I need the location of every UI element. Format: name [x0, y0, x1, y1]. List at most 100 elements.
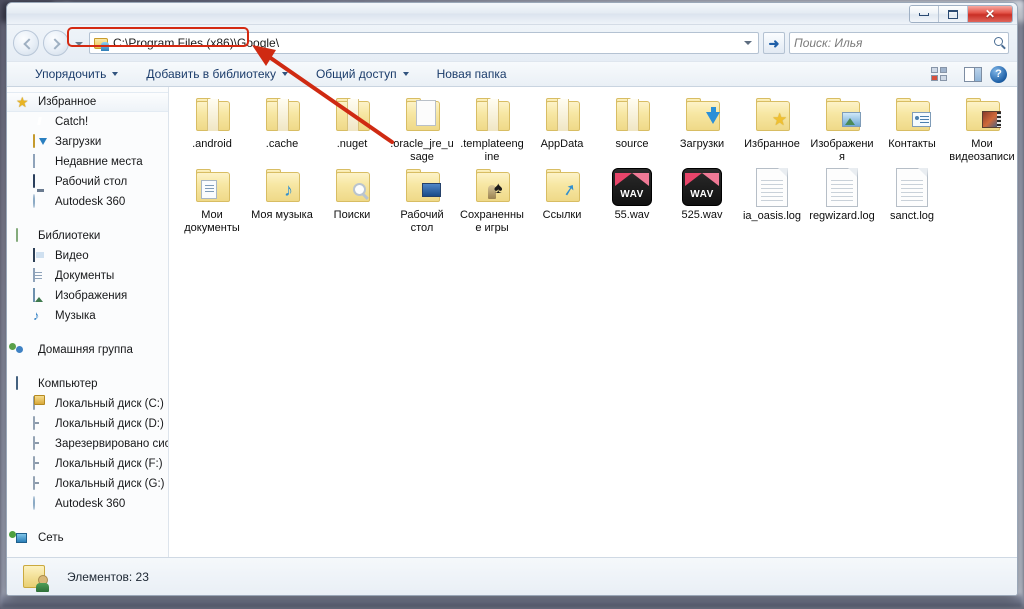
file-item[interactable]: .cache [247, 93, 317, 164]
sidebar-item-documents[interactable]: Документы [7, 266, 168, 286]
file-label: 525.wav [681, 209, 723, 221]
search-icon [994, 37, 1003, 46]
sidebar-label: Библиотеки [38, 230, 101, 242]
address-bar-row: C:\Program Files (x86)\Google\ ➜ Поиск: … [7, 25, 1017, 61]
disk-icon [33, 476, 35, 490]
log-file-icon [826, 168, 858, 207]
forward-button[interactable] [43, 30, 69, 56]
file-item[interactable]: .oracle_jre_usage [387, 93, 457, 164]
computer-icon [16, 376, 18, 390]
sidebar-group-favorites[interactable]: ★ Избранное [7, 92, 168, 112]
sidebar-item-music[interactable]: ♪ Музыка [7, 306, 168, 326]
file-item[interactable]: .nuget [317, 93, 387, 164]
file-label: Контакты [888, 138, 936, 150]
back-button[interactable] [13, 30, 39, 56]
sidebar-label: Музыка [55, 310, 96, 322]
file-item[interactable]: AppData [527, 93, 597, 164]
address-input[interactable]: C:\Program Files (x86)\Google\ [89, 32, 759, 54]
file-item[interactable]: Поиски [317, 164, 387, 235]
new-folder-label: Новая папка [436, 67, 507, 81]
file-item[interactable]: Загрузки [667, 93, 737, 164]
file-label: .oracle_jre_usage [390, 138, 454, 163]
sidebar-group-computer[interactable]: Компьютер [7, 374, 168, 394]
pictures-icon [33, 288, 35, 302]
preview-pane-icon[interactable] [964, 66, 982, 82]
minimize-button[interactable] [910, 6, 939, 22]
file-item[interactable]: WAV 55.wav [597, 164, 667, 235]
recent-locations-dropdown[interactable] [73, 33, 85, 53]
sidebar-label: Autodesk 360 [55, 498, 126, 510]
sidebar-item-disk-reserved[interactable]: Зарезервировано систе [7, 434, 168, 454]
sidebar-group-homegroup[interactable]: Домашняя группа [7, 340, 168, 360]
file-item[interactable]: ➚ Ссылки [527, 164, 597, 235]
sidebar-label: Локальный диск (C:) [55, 398, 164, 410]
file-list-pane[interactable]: .android .cache .nuget .oracle_jre_usage… [169, 87, 1017, 557]
sidebar-item-disk-f[interactable]: Локальный диск (F:) [7, 454, 168, 474]
file-item[interactable]: ★ Избранное [737, 93, 807, 164]
organize-label: Упорядочить [35, 67, 107, 81]
log-file-icon [896, 168, 928, 207]
close-button[interactable]: ✕ [968, 6, 1012, 22]
sidebar-item-catch[interactable]: Catch! [7, 112, 168, 132]
help-icon[interactable]: ? [990, 65, 1007, 83]
sidebar-item-downloads[interactable]: Загрузки [7, 132, 168, 152]
file-item[interactable]: WAV 525.wav [667, 164, 737, 235]
file-label: Избранное [744, 138, 800, 150]
sidebar-item-desktop[interactable]: Рабочий стол [7, 172, 168, 192]
file-item[interactable]: .android [177, 93, 247, 164]
folder-open-icon [400, 97, 444, 135]
sidebar-item-disk-c[interactable]: Локальный диск (C:) [7, 394, 168, 414]
file-item[interactable]: source [597, 93, 667, 164]
maximize-button[interactable] [939, 6, 968, 22]
search-input[interactable]: Поиск: Илья [789, 32, 1009, 54]
sidebar-label: Избранное [38, 96, 97, 108]
chevron-down-icon [402, 72, 409, 76]
wav-badge-label: WAV [620, 189, 644, 200]
wav-file-icon: WAV [612, 168, 652, 206]
sidebar-label: Недавние места [55, 156, 143, 168]
search-placeholder: Поиск: Илья [794, 36, 863, 50]
file-item[interactable]: .templateengine [457, 93, 527, 164]
go-button[interactable]: ➜ [763, 32, 785, 54]
sidebar-item-video[interactable]: Видео [7, 246, 168, 266]
sidebar-group-libraries[interactable]: Библиотеки [7, 226, 168, 246]
command-toolbar: Упорядочить Добавить в библиотеку Общий … [7, 61, 1017, 87]
navigation-pane: ★ Избранное Catch! Загрузки Недавние мес… [7, 87, 169, 557]
sidebar-item-disk-g[interactable]: Локальный диск (G:) [7, 474, 168, 494]
organize-button[interactable]: Упорядочить [21, 63, 132, 85]
sidebar-item-disk-d[interactable]: Локальный диск (D:) [7, 414, 168, 434]
folder-icon [540, 97, 584, 135]
file-item[interactable]: Контакты [877, 93, 947, 164]
file-label: AppData [540, 138, 584, 150]
recent-places-icon [33, 154, 35, 168]
file-item[interactable]: ♪ Моя музыка [247, 164, 317, 235]
file-item[interactable]: sanct.log [877, 164, 947, 235]
file-label: .android [192, 138, 232, 150]
file-item[interactable]: ia_oasis.log [737, 164, 807, 235]
sidebar-item-recent-places[interactable]: Недавние места [7, 152, 168, 172]
new-folder-button[interactable]: Новая папка [423, 63, 521, 85]
sidebar-label: Локальный диск (F:) [55, 458, 163, 470]
sidebar-item-pictures[interactable]: Изображения [7, 286, 168, 306]
file-item[interactable]: Мои видеозаписи [947, 93, 1017, 164]
sidebar-group-network[interactable]: Сеть [7, 528, 168, 548]
file-item[interactable]: Мои документы [177, 164, 247, 235]
folder-pictures-icon [820, 97, 864, 135]
file-label: Ссылки [542, 209, 582, 221]
sidebar-item-autodesk360[interactable]: Autodesk 360 [7, 192, 168, 212]
file-item[interactable]: ♠ Сохраненные игры [457, 164, 527, 235]
file-item[interactable]: Рабочий стол [387, 164, 457, 235]
file-item[interactable]: Изображения [807, 93, 877, 164]
sidebar-item-autodesk360-computer[interactable]: Autodesk 360 [7, 494, 168, 514]
toolbar-right-group: ? [931, 65, 1017, 83]
sidebar-label: Загрузки [55, 136, 102, 148]
view-layout-icon[interactable] [931, 66, 948, 82]
autodesk-icon [33, 496, 35, 510]
chevron-down-icon[interactable] [744, 41, 752, 45]
backdrop-bottom-strip [0, 595, 1024, 609]
address-path-text: C:\Program Files (x86)\Google\ [113, 36, 280, 50]
share-with-button[interactable]: Общий доступ [302, 63, 423, 85]
folder-documents-icon [190, 168, 234, 206]
add-to-library-button[interactable]: Добавить в библиотеку [132, 63, 302, 85]
file-item[interactable]: regwizard.log [807, 164, 877, 235]
